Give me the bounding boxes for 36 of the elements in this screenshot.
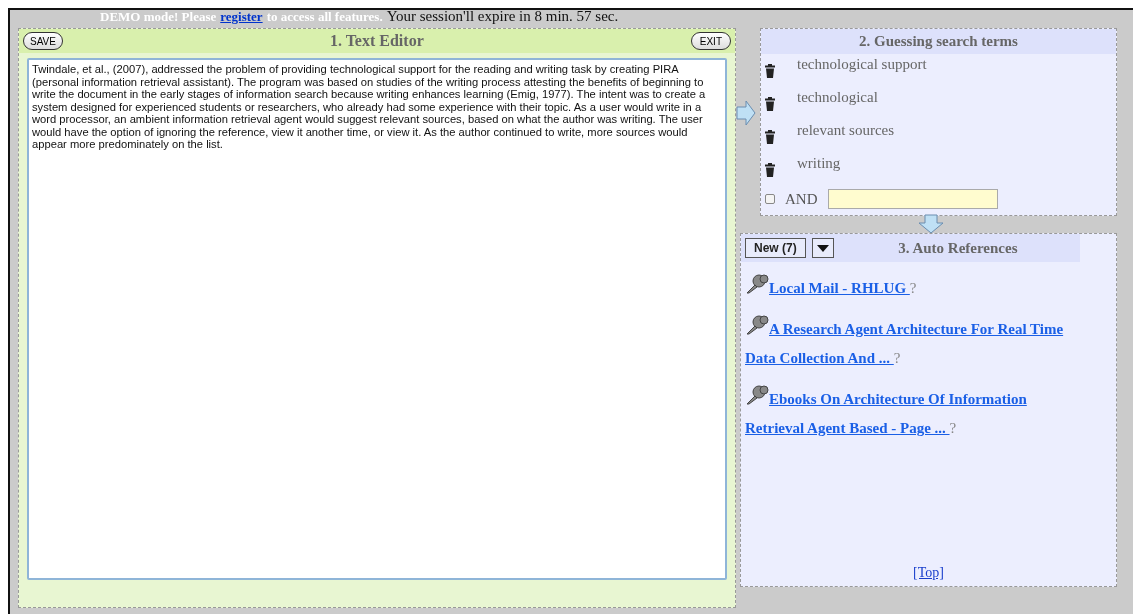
dropdown-button[interactable] <box>811 238 834 258</box>
trash-icon[interactable] <box>765 97 775 111</box>
caret-icon <box>816 244 829 252</box>
right-arrow-icon <box>736 100 756 126</box>
help-mark[interactable]: ? <box>909 280 917 296</box>
register-link[interactable]: register <box>220 11 263 23</box>
reference-link[interactable]: Local Mail - RHLUG <box>769 280 910 296</box>
new-button[interactable]: New (7) <box>745 238 806 258</box>
and-checkbox[interactable] <box>765 194 775 205</box>
reference-link[interactable]: A Research Agent Architecture For Real Time <box>769 321 1064 337</box>
session-timer: Your session'll expire in 8 min. 57 sec. <box>386 10 619 22</box>
down-arrow-icon <box>918 214 944 234</box>
help-mark[interactable]: ? <box>893 350 901 366</box>
trash-icon[interactable] <box>765 163 775 177</box>
pushpin-icon <box>745 315 769 335</box>
search-term: writing <box>797 155 841 171</box>
panel-title: 3. Auto References <box>897 238 1019 258</box>
and-term-field[interactable] <box>827 189 998 210</box>
reference-link[interactable]: Ebooks On Architecture Of Information <box>769 391 1027 407</box>
reference-link[interactable]: Data Collection And ... <box>745 350 894 366</box>
panel-title: 2. Guessing search terms <box>859 32 1018 52</box>
search-term: technological <box>797 89 878 105</box>
help-mark[interactable]: ? <box>949 420 957 436</box>
save-button[interactable]: SAVE <box>23 32 63 50</box>
exit-button[interactable]: EXIT <box>690 32 731 50</box>
checkbox-label: AND <box>785 190 818 209</box>
pushpin-icon <box>745 385 769 405</box>
search-term: relevant sources <box>797 122 895 138</box>
trash-icon[interactable] <box>765 64 775 78</box>
reference-link[interactable]: Retrieval Agent Based - Page ... <box>745 420 950 436</box>
trash-icon[interactable] <box>765 130 775 144</box>
search-term: technological support <box>797 56 927 72</box>
panel-title: 1. Text Editor <box>328 31 425 51</box>
pushpin-icon <box>745 274 769 294</box>
text-editor-field[interactable]: Twindale, et al., (2007), addressed the problem of providing technological support for the reading and writing task by creating PIRA (personal information retrieval assistant). The program was based on studies of the writing process attesting the benefits of beginning to write the document in the early stages of information search because writing enhances learning (Emig, 1977). The intent was to create a system designed for experienced students or researchers, who already had some experience with their topic. As a user would write in a word processor, an ambient information retrieval agent would suggest relevant sources, based on what the author was writing. The user would have the option of ignoring the reference, view it another time, or view it. As the author continued to write, more sources would appear more predominately on the list. <box>27 58 727 580</box>
top-link[interactable]: [Top] <box>913 565 944 580</box>
